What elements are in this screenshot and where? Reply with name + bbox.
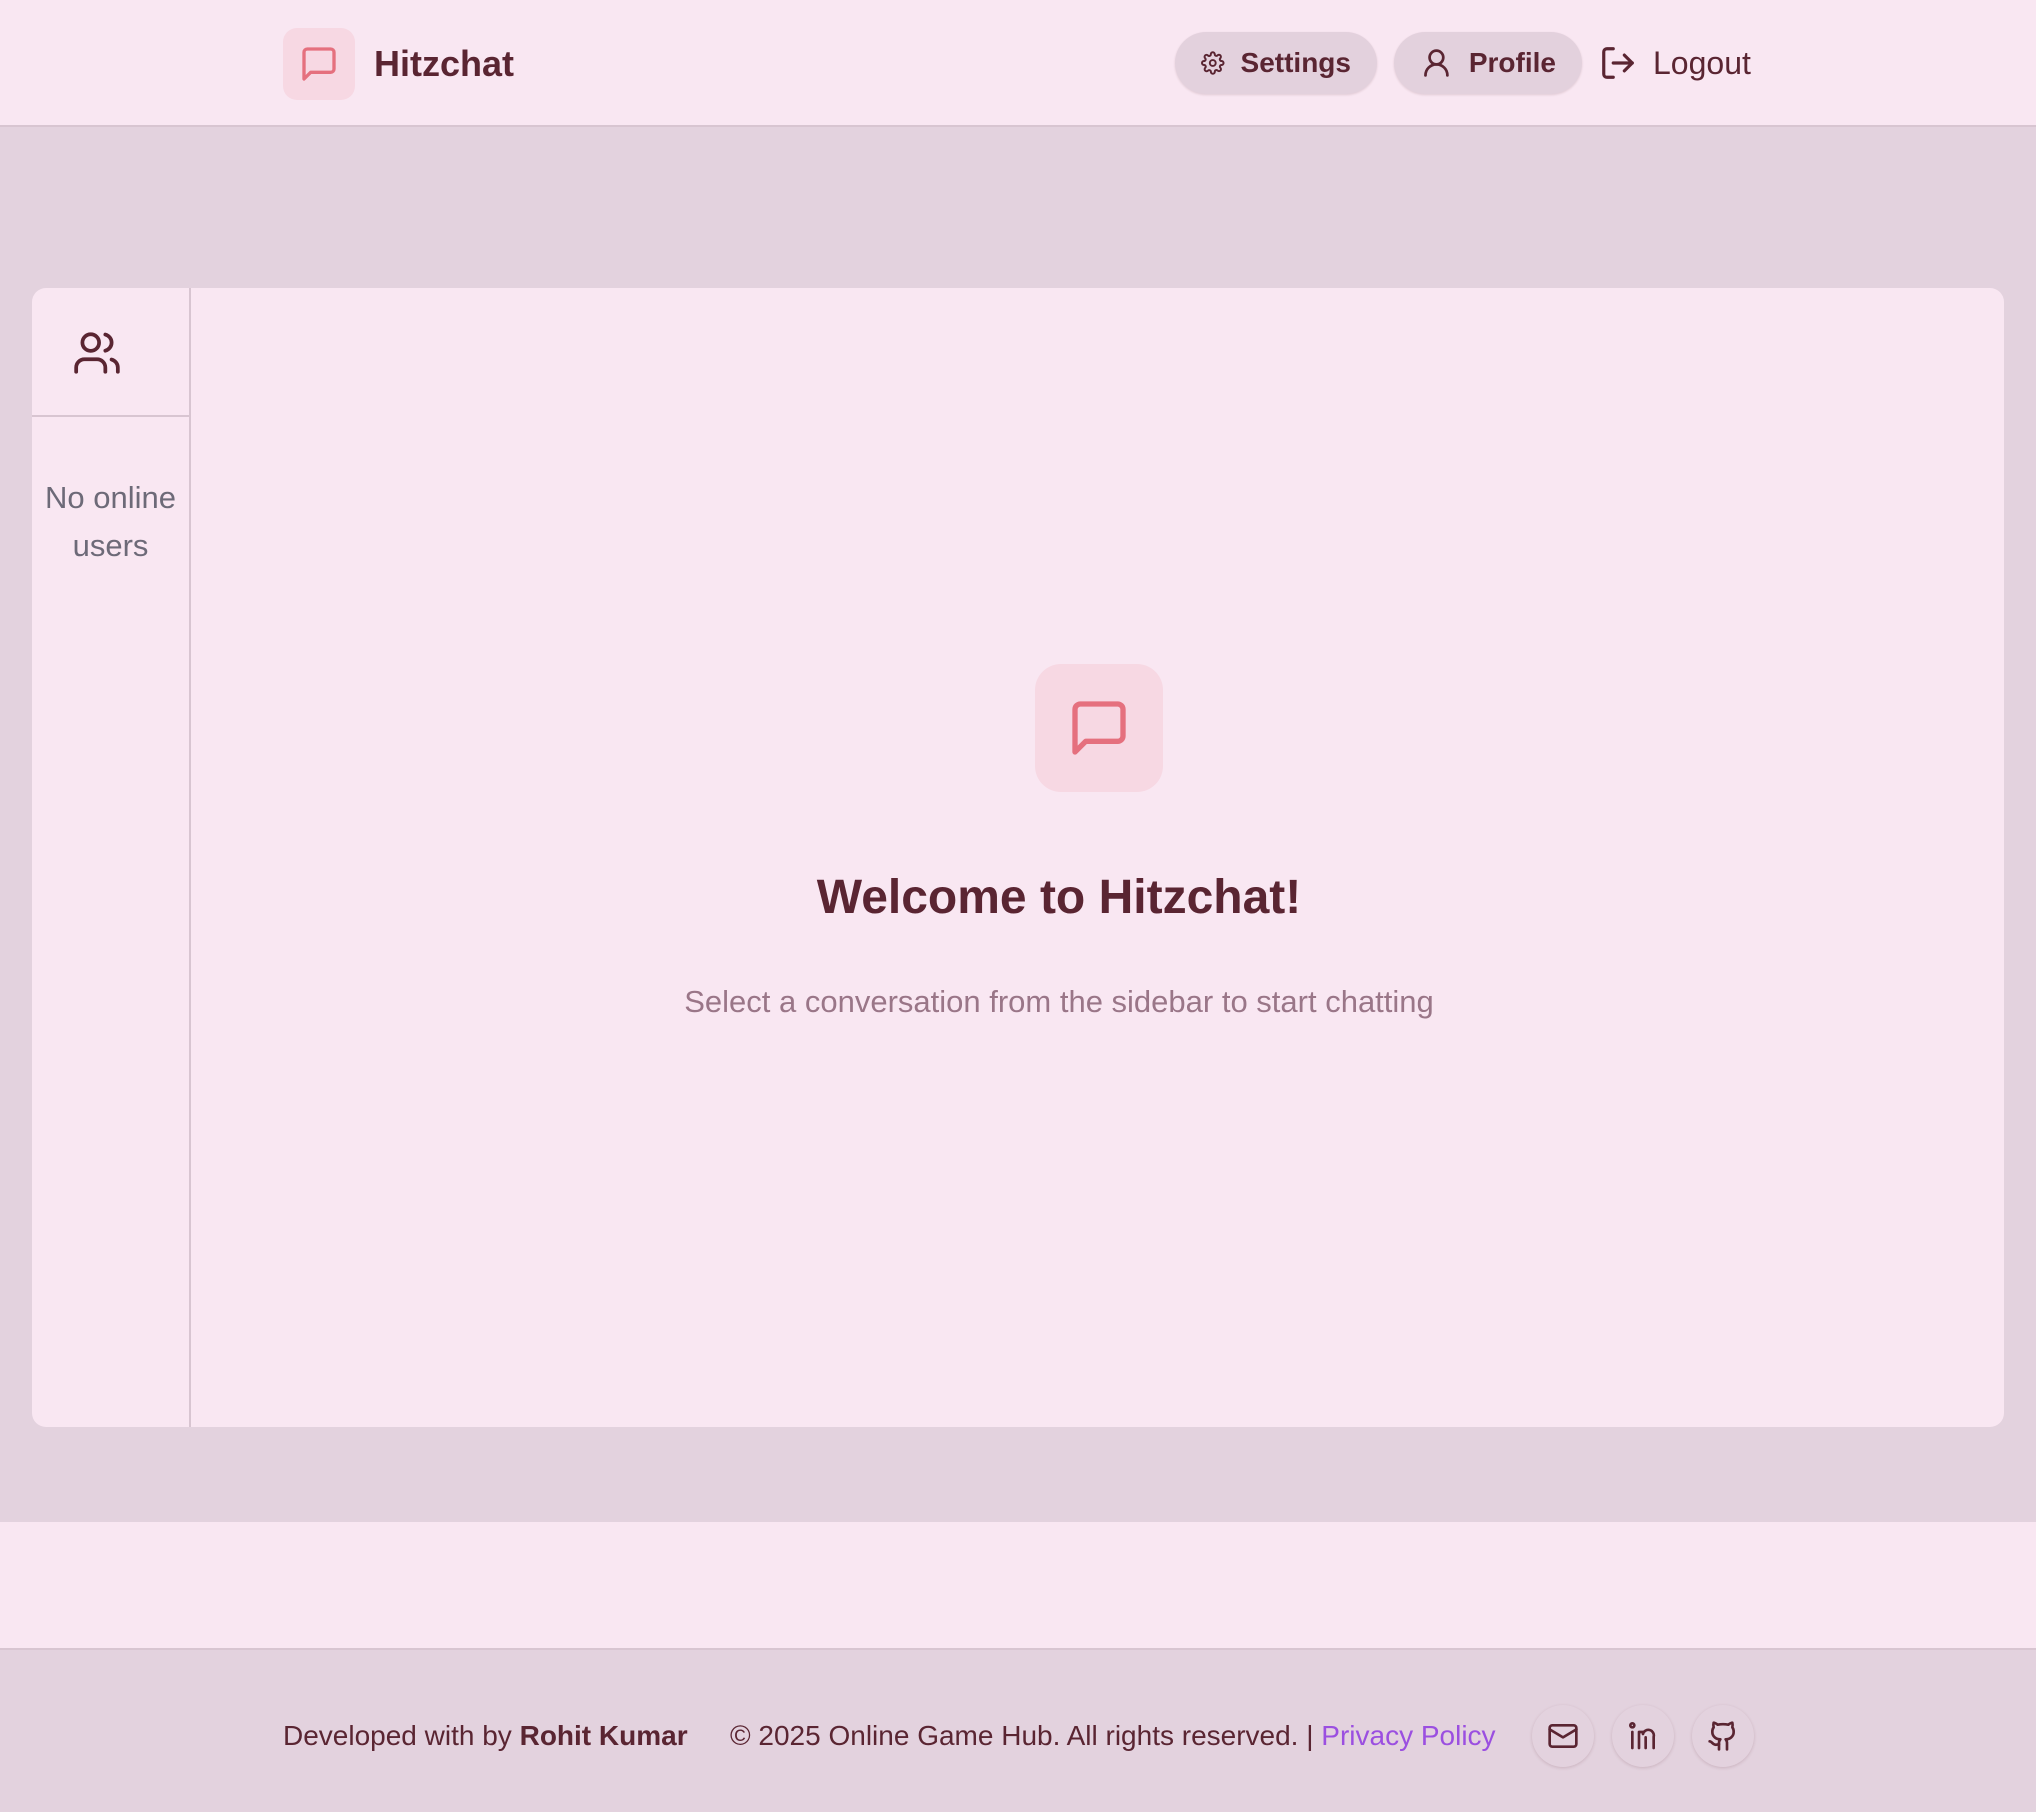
- mail-button[interactable]: [1532, 1705, 1594, 1767]
- welcome-title: Welcome to Hitzchat!: [816, 871, 1302, 924]
- contacts-sidebar: No online users: [32, 288, 191, 1427]
- logout-icon: [1602, 47, 1634, 79]
- footer-credit: Developed with by Rohit Kumar: [283, 1716, 688, 1756]
- linkedin-button[interactable]: [1612, 1705, 1674, 1767]
- linkedin-icon: [1629, 1722, 1656, 1750]
- welcome-icon-box: [1035, 664, 1163, 792]
- privacy-policy-link[interactable]: Privacy Policy: [1321, 1720, 1495, 1751]
- gear-icon: [1201, 51, 1225, 75]
- footer-credit-prefix: Developed with by: [283, 1720, 512, 1751]
- page-band: [0, 1522, 2036, 1650]
- footer: Developed with by Rohit Kumar © 2025 Onl…: [0, 1650, 2036, 1812]
- profile-label: Profile: [1468, 47, 1556, 78]
- users-icon: [74, 332, 120, 374]
- settings-button[interactable]: Settings: [1175, 32, 1377, 94]
- no-online-users-text: No online users: [45, 480, 176, 563]
- logout-label: Logout: [1653, 44, 1751, 81]
- top-navbar: Hitzchat Settings Profile Logout: [0, 0, 2036, 127]
- welcome-subtitle: Select a conversation from the sidebar t…: [684, 984, 1434, 1019]
- profile-button[interactable]: Profile: [1394, 32, 1582, 94]
- app-logo[interactable]: [283, 28, 355, 100]
- sidebar-header: [32, 288, 189, 417]
- app-name[interactable]: Hitzchat: [374, 40, 514, 88]
- copyright-text: © 2025 Online Game Hub. All rights reser…: [730, 1720, 1314, 1751]
- message-square-icon: [302, 47, 336, 81]
- settings-label: Settings: [1240, 47, 1351, 78]
- github-icon: [1708, 1721, 1736, 1751]
- chat-container: No online users Welcome to Hitzchat! Sel…: [32, 288, 2004, 1427]
- footer-copyright: © 2025 Online Game Hub. All rights reser…: [730, 1716, 1496, 1756]
- user-icon: [1424, 49, 1449, 77]
- developer-name: Rohit Kumar: [519, 1720, 688, 1751]
- logout-button[interactable]: Logout: [1599, 32, 1751, 94]
- message-square-icon: [1072, 701, 1126, 755]
- mail-icon: [1548, 1724, 1578, 1748]
- github-button[interactable]: [1692, 1705, 1754, 1767]
